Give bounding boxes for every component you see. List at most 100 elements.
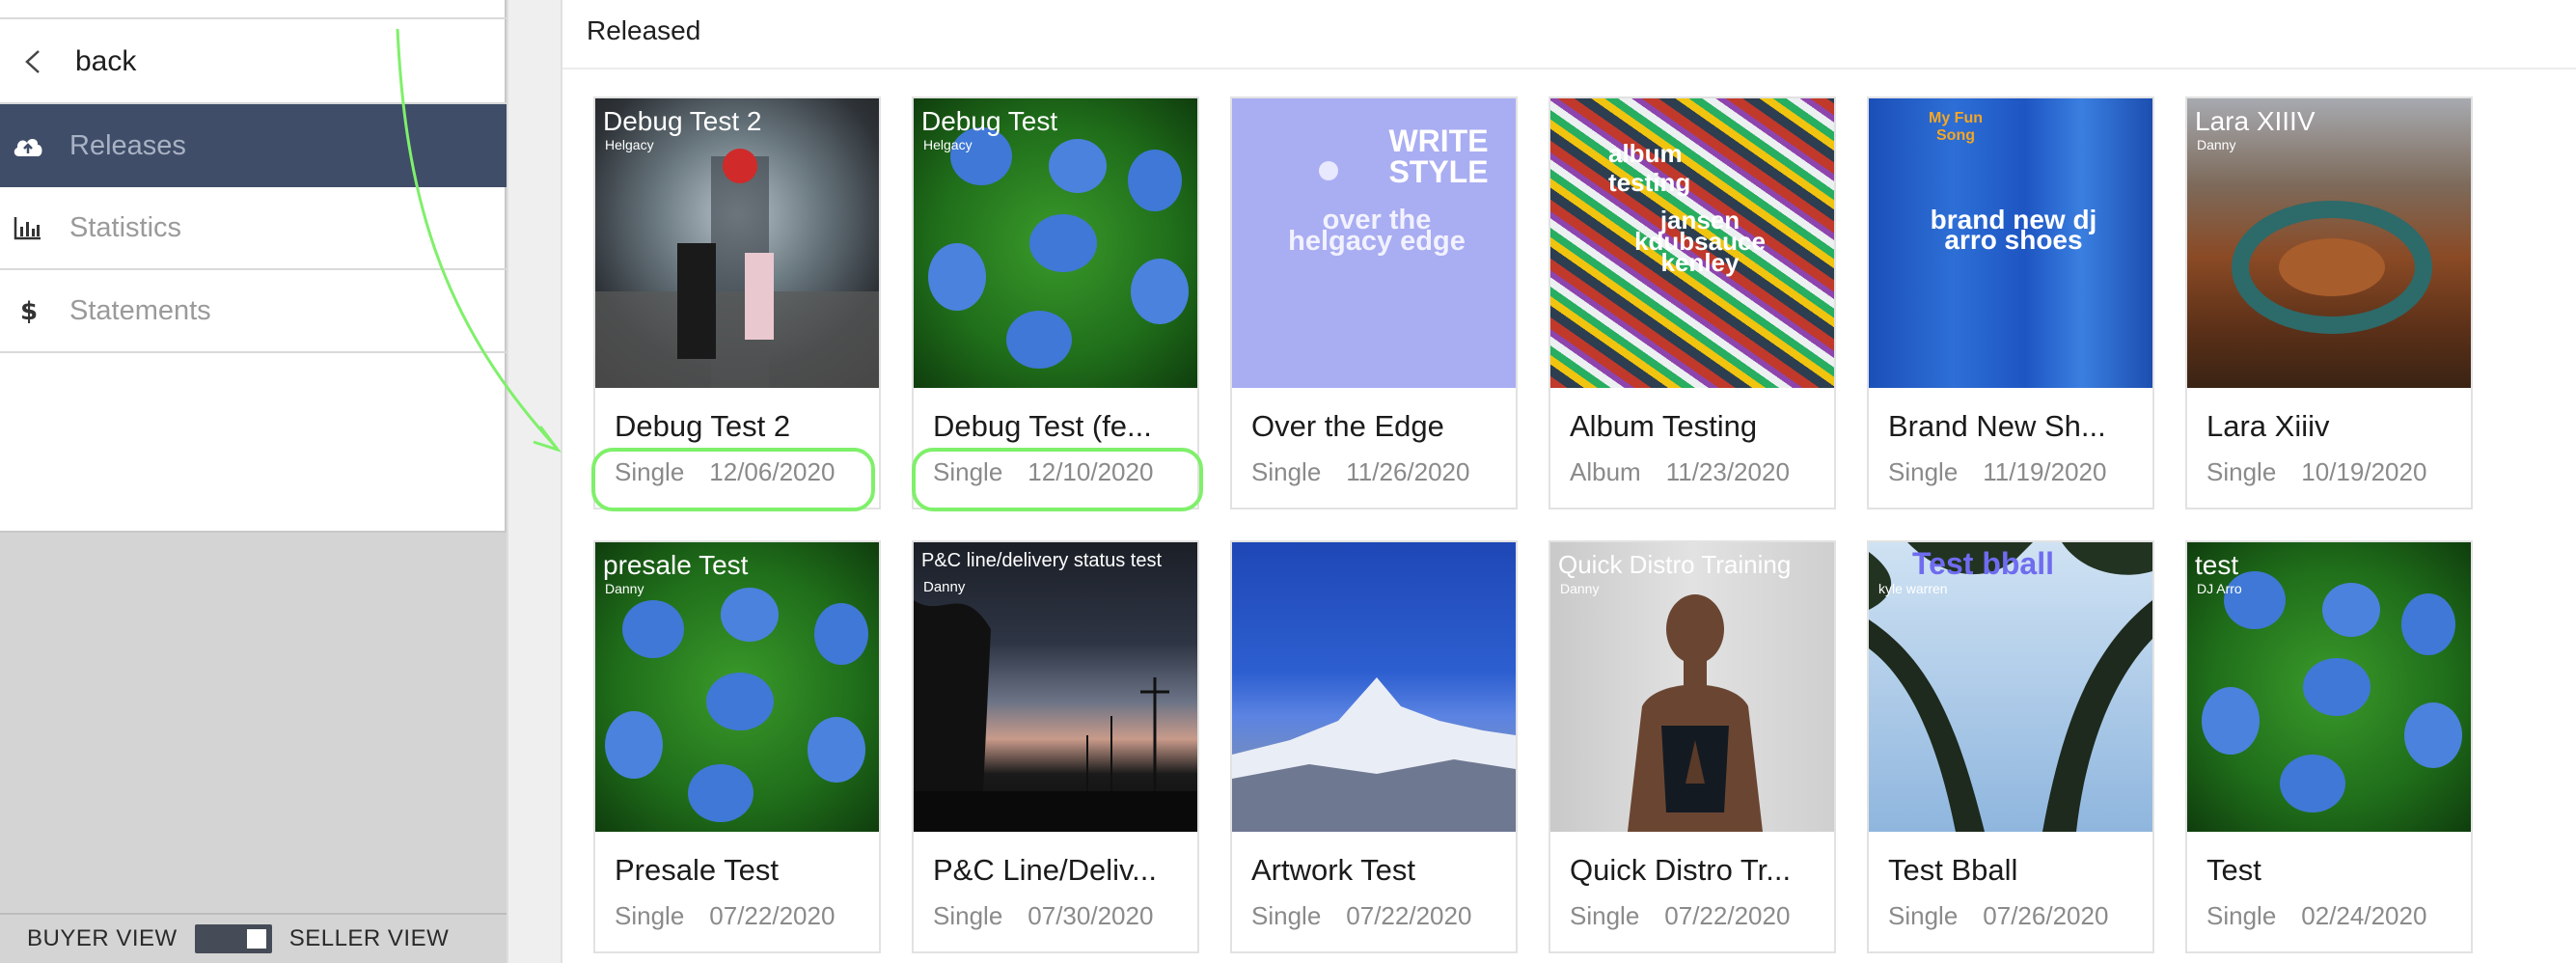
chevron-left-icon	[25, 50, 40, 73]
bar-chart-icon	[12, 211, 44, 244]
release-card[interactable]: Lara XIIIV Danny Lara Xiiiv Single 10/19/…	[2185, 96, 2473, 509]
sidebar-top-divider	[0, 0, 507, 19]
release-meta: Single 02/24/2020	[2206, 901, 2426, 931]
release-date: 07/26/2020	[1983, 901, 2109, 930]
release-card[interactable]: test DJ Arro Test Single 02/24/2020	[2185, 540, 2473, 953]
artwork-title: Quick Distro Training	[1558, 550, 1792, 579]
release-meta: Single 07/22/2020	[1251, 901, 1471, 931]
release-type: Single	[1888, 457, 1959, 486]
section-header: Released	[562, 0, 2576, 69]
artwork-artist: brand new dj arro shoes	[1930, 205, 2097, 255]
svg-text:$: $	[20, 297, 38, 325]
sidebar: back Releases Statistics $ Statements BU…	[0, 0, 507, 963]
seller-view-label[interactable]: SELLER VIEW	[289, 925, 450, 952]
dollar-icon: $	[12, 294, 44, 327]
artwork-artist: over the helgacy edge	[1288, 205, 1466, 257]
release-card[interactable]: Quick Distro Training Danny Quick Distro…	[1548, 540, 1836, 953]
release-title: Debug Test (fe...	[933, 409, 1152, 443]
back-label: back	[75, 45, 137, 77]
artwork-title: WRITE STYLE	[1388, 124, 1489, 189]
release-title: P&C Line/Deliv...	[933, 853, 1158, 887]
artwork-artist: Helgacy	[605, 137, 654, 152]
cloud-upload-icon	[12, 129, 44, 162]
sidebar-item-label: Statistics	[69, 211, 182, 243]
release-artwork: WRITE STYLE over the helgacy edge	[1232, 98, 1516, 388]
view-toggle-switch[interactable]	[194, 924, 272, 953]
buyer-view-label[interactable]: BUYER VIEW	[27, 925, 178, 952]
section-title: Released	[587, 15, 701, 45]
artwork-artist: Helgacy	[923, 137, 973, 152]
artwork-artist: jansen kdubsauce kenley	[1634, 206, 1766, 277]
sidebar-item-label: Releases	[69, 129, 186, 161]
release-card[interactable]: Artwork Test Single 07/22/2020	[1230, 540, 1518, 953]
release-title: Quick Distro Tr...	[1570, 853, 1792, 887]
release-date: 11/19/2020	[1983, 457, 2107, 486]
artwork-title: album testing	[1608, 139, 1691, 197]
release-title: Artwork Test	[1251, 853, 1415, 887]
release-type: Single	[1570, 901, 1640, 930]
artwork-artist: kyle warren	[1878, 581, 1948, 596]
release-type: Single	[2206, 457, 2277, 486]
view-toggle-bar: BUYER VIEW SELLER VIEW	[0, 913, 507, 963]
release-artwork: Debug Test Helgacy	[914, 98, 1197, 388]
release-type: Single	[1251, 457, 1322, 486]
release-title: Debug Test 2	[615, 409, 791, 443]
annotation-highlight	[591, 448, 875, 511]
release-type: Single	[2206, 901, 2277, 930]
artwork-artist: Danny	[923, 579, 966, 595]
release-title: Over the Edge	[1251, 409, 1444, 443]
artwork-title: presale Test	[603, 550, 749, 580]
artwork-artist: Danny	[1560, 581, 1600, 596]
release-type: Single	[1251, 901, 1322, 930]
release-card[interactable]: Test bball kyle warren Test Bball Single…	[1867, 540, 2154, 953]
artwork-artist: Danny	[2197, 137, 2236, 152]
release-artwork: album testing jansen kdubsauce kenley	[1550, 98, 1834, 388]
artwork-title: Lara XIIIV	[2195, 106, 2316, 136]
artwork-title: Debug Test 2	[603, 106, 762, 136]
toggle-knob	[246, 929, 266, 949]
release-date: 02/24/2020	[2301, 901, 2427, 930]
release-artwork	[1232, 542, 1516, 832]
release-artwork: P&C line/delivery status test Danny	[914, 542, 1197, 832]
release-meta: Single 11/26/2020	[1251, 457, 1469, 487]
sidebar-item-statements[interactable]: $ Statements	[0, 270, 507, 353]
release-artwork: test DJ Arro	[2187, 542, 2471, 832]
artwork-title: Test bball	[1912, 546, 2054, 581]
annotation-highlight	[912, 448, 1203, 511]
release-date: 07/30/2020	[1028, 901, 1154, 930]
release-type: Album	[1570, 457, 1641, 486]
release-title: Presale Test	[615, 853, 780, 887]
release-date: 07/22/2020	[1346, 901, 1472, 930]
release-card[interactable]: presale Test Danny Presale Test Single 07…	[593, 540, 881, 953]
artwork-artist: Danny	[605, 581, 644, 596]
sidebar-item-statistics[interactable]: Statistics	[0, 187, 507, 270]
release-artwork: My Fun Song brand new dj arro shoes	[1869, 98, 2152, 388]
sidebar-item-releases[interactable]: Releases	[0, 104, 507, 187]
release-date: 10/19/2020	[2301, 457, 2427, 486]
back-button[interactable]: back	[0, 21, 507, 104]
release-meta: Single 07/22/2020	[615, 901, 835, 931]
release-title: Album Testing	[1570, 409, 1758, 443]
release-title: Brand New Sh...	[1888, 409, 2106, 443]
artwork-title: P&C line/delivery status test	[921, 550, 1162, 571]
release-card[interactable]: My Fun Song brand new dj arro shoes Bran…	[1867, 96, 2154, 509]
release-date: 07/22/2020	[709, 901, 836, 930]
release-artwork: Quick Distro Training Danny	[1550, 542, 1834, 832]
artwork-title: My Fun Song	[1929, 110, 1983, 144]
release-card[interactable]: album testing jansen kdubsauce kenley Al…	[1548, 96, 1836, 509]
release-date: 11/26/2020	[1346, 457, 1470, 486]
release-card[interactable]: P&C line/delivery status test Danny P&C …	[912, 540, 1199, 953]
release-artwork: presale Test Danny	[595, 542, 879, 832]
release-artwork: Test bball kyle warren	[1869, 542, 2152, 832]
release-date: 07/22/2020	[1664, 901, 1791, 930]
release-type: Single	[933, 901, 1003, 930]
artwork-title: Debug Test	[921, 106, 1058, 136]
release-artwork: Lara XIIIV Danny	[2187, 98, 2471, 388]
layout-gutter	[508, 0, 562, 963]
sidebar-item-label: Statements	[69, 294, 211, 326]
artwork-artist: DJ Arro	[2197, 581, 2242, 596]
release-type: Single	[615, 901, 685, 930]
sidebar-panel: back Releases Statistics $ Statements	[0, 0, 507, 533]
release-meta: Single 10/19/2020	[2206, 457, 2426, 487]
release-card[interactable]: WRITE STYLE over the helgacy edge Over t…	[1230, 96, 1518, 509]
